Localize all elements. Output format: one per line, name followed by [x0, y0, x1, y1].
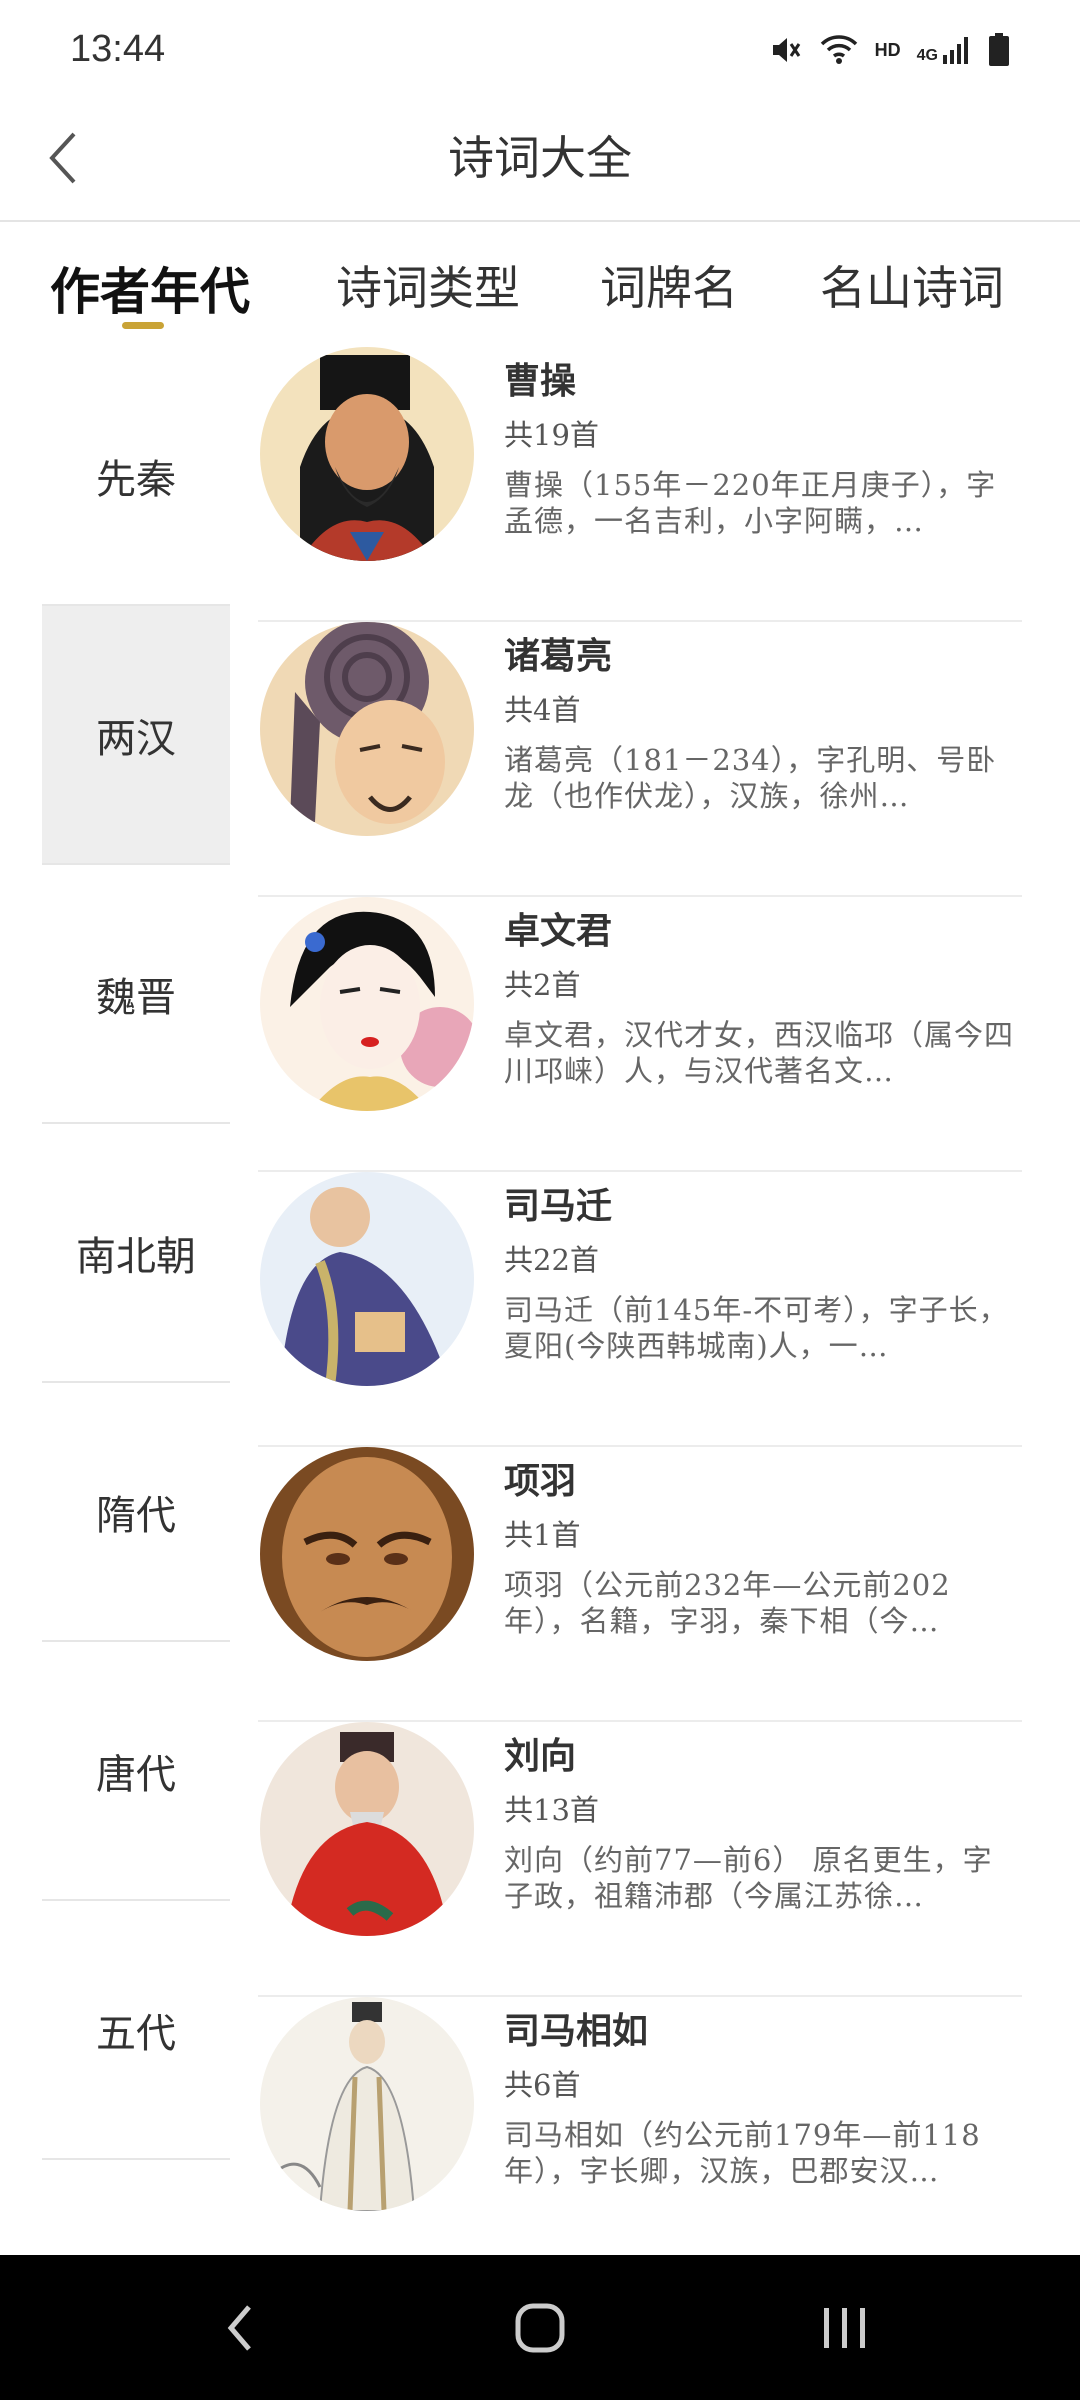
poem-count: 共4首 [504, 693, 581, 727]
poem-count: 共6首 [504, 2068, 581, 2102]
era-label: 两汉 [96, 715, 176, 762]
author-name: 司马相如 [504, 2010, 649, 2052]
era-label: 南北朝 [76, 1233, 196, 1280]
author-portrait [260, 1722, 474, 1936]
author-item[interactable]: 刘向 共13首 刘向（约前77—前6） 原名更生，字子政，祖籍沛郡（今属江苏徐… [258, 1722, 1022, 1997]
author-description: 诸葛亮（181－234），字孔明、号卧龙（也作伏龙），汉族，徐州… [504, 743, 997, 813]
system-nav-bar [0, 2255, 1080, 2400]
wifi-icon [819, 34, 859, 66]
era-item[interactable]: 先秦 [42, 347, 230, 606]
tab-cipai-name[interactable]: 词牌名 [600, 252, 738, 318]
author-name: 司马迁 [504, 1185, 613, 1227]
era-label: 隋代 [96, 1492, 176, 1539]
tab-author-era[interactable]: 作者年代 [50, 252, 250, 324]
era-label: 魏晋 [96, 974, 176, 1021]
author-portrait [260, 1172, 474, 1386]
nav-back-button[interactable] [200, 2293, 280, 2363]
nav-recents-button[interactable] [805, 2293, 885, 2363]
battery-icon [988, 33, 1010, 67]
author-description: 卓文君，汉代才女，西汉临邛（属今四川邛崃）人，与汉代著名文… [504, 1018, 1015, 1088]
network-type: 4G [916, 47, 938, 64]
poem-count: 共1首 [504, 1518, 581, 1552]
era-item-selected[interactable]: 两汉 [42, 606, 230, 865]
author-name: 曹操 [504, 360, 577, 402]
author-description: 司马迁（前145年-不可考），字子长，夏阳(今陕西韩城南)人，一… [504, 1293, 1009, 1363]
app-header: 诗词大全 [0, 100, 1080, 222]
era-item[interactable]: 唐代 [42, 1642, 230, 1901]
author-description: 司马相如（约公元前179年—前118年），字长卿，汉族，巴郡安汉… [504, 2118, 981, 2188]
era-label: 先秦 [96, 456, 176, 503]
active-tab-indicator [122, 322, 164, 329]
author-name: 刘向 [504, 1735, 577, 1777]
mute-icon [769, 34, 803, 66]
poem-count: 共13首 [504, 1793, 599, 1827]
author-item[interactable]: 项羽 共1首 项羽（公元前232年—公元前202年），名籍，字羽，秦下相（今… [258, 1447, 1022, 1722]
era-item[interactable]: 魏晋 [42, 865, 230, 1124]
author-name: 卓文君 [504, 910, 613, 952]
author-item[interactable]: 司马迁 共22首 司马迁（前145年-不可考），字子长，夏阳(今陕西韩城南)人，… [258, 1172, 1022, 1447]
author-item[interactable]: 司马相如 共6首 司马相如（约公元前179年—前118年），字长卿，汉族，巴郡安… [258, 1997, 1022, 2272]
author-description: 刘向（约前77—前6） 原名更生，字子政，祖籍沛郡（今属江苏徐… [504, 1843, 993, 1913]
status-time: 13:44 [70, 28, 166, 70]
nav-recents-icon [824, 2308, 865, 2348]
hd-indicator: HD [874, 39, 901, 60]
author-portrait [260, 1447, 474, 1661]
tab-poem-type[interactable]: 诗词类型 [336, 252, 520, 318]
category-tabs: 作者年代 诗词类型 词牌名 名山诗词 [0, 222, 1080, 342]
author-description: 曹操（155年－220年正月庚子），字孟德，一名吉利，小字阿瞒，… [504, 468, 997, 538]
status-icons: HD 4G [769, 28, 1010, 72]
era-label: 五代 [96, 2010, 176, 2057]
era-label: 唐代 [96, 1751, 176, 1798]
author-name: 诸葛亮 [504, 635, 613, 677]
tab-mountain-poems[interactable]: 名山诗词 [820, 252, 1004, 318]
era-item[interactable]: 五代 [42, 1901, 230, 2160]
era-item[interactable]: 隋代 [42, 1383, 230, 1642]
era-sidebar: 先秦 两汉 魏晋 南北朝 隋代 唐代 五代 [42, 347, 230, 2160]
nav-home-button[interactable] [500, 2293, 580, 2363]
nav-back-icon [227, 2305, 251, 2351]
author-portrait [260, 1997, 474, 2211]
poem-count: 共2首 [504, 968, 581, 1002]
author-item[interactable]: 诸葛亮 共4首 诸葛亮（181－234），字孔明、号卧龙（也作伏龙），汉族，徐州… [258, 622, 1022, 897]
author-description: 项羽（公元前232年—公元前202年），名籍，字羽，秦下相（今… [504, 1568, 951, 1638]
poem-count: 共19首 [504, 418, 599, 452]
page-title: 诗词大全 [448, 131, 632, 185]
author-list: 曹操 共19首 曹操（155年－220年正月庚子），字孟德，一名吉利，小字阿瞒，… [258, 347, 1022, 2272]
poem-count: 共22首 [504, 1243, 599, 1277]
status-bar: 13:44 HD 4G [0, 0, 1080, 100]
author-item[interactable]: 卓文君 共2首 卓文君，汉代才女，西汉临邛（属今四川邛崃）人，与汉代著名文… [258, 897, 1022, 1172]
author-item[interactable]: 曹操 共19首 曹操（155年－220年正月庚子），字孟德，一名吉利，小字阿瞒，… [258, 347, 1022, 622]
author-name: 项羽 [504, 1460, 577, 1502]
signal-icon: 4G [917, 35, 972, 65]
nav-home-icon [515, 2303, 565, 2353]
author-portrait [260, 622, 474, 836]
era-item[interactable]: 南北朝 [42, 1124, 230, 1383]
author-portrait [260, 897, 474, 1111]
author-portrait [260, 347, 474, 561]
